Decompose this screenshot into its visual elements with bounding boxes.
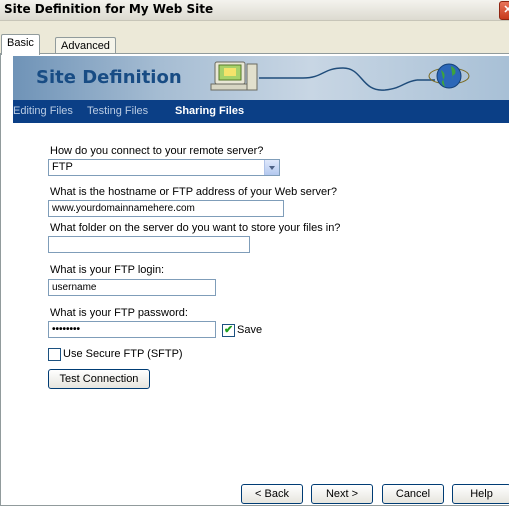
dialog-title: Site Definition for My Web Site — [4, 2, 214, 16]
test-connection-button[interactable]: Test Connection — [48, 369, 150, 389]
login-label: What is your FTP login: — [50, 264, 165, 276]
help-button[interactable]: Help — [452, 484, 509, 504]
folder-input[interactable] — [48, 236, 250, 253]
nav-testing-files[interactable]: Testing Files — [87, 105, 148, 117]
password-label: What is your FTP password: — [50, 307, 188, 319]
site-definition-dialog: Site Definition for My Web Site ✕ Basic … — [0, 0, 509, 506]
wizard-banner: Site Definition — [13, 56, 509, 100]
chevron-down-icon[interactable] — [264, 160, 279, 175]
connection-select-value: FTP — [52, 161, 73, 173]
title-bar[interactable]: Site Definition for My Web Site ✕ — [0, 0, 509, 21]
cancel-button[interactable]: Cancel — [382, 484, 444, 504]
connection-select[interactable]: FTP — [48, 159, 280, 176]
password-input[interactable]: •••••••• — [48, 321, 216, 338]
tab-basic[interactable]: Basic — [1, 34, 40, 55]
sftp-checkbox[interactable] — [48, 348, 61, 361]
next-button[interactable]: Next > — [311, 484, 373, 504]
save-password-label[interactable]: Save — [237, 324, 262, 336]
banner-title: Site Definition — [36, 67, 182, 88]
wizard-nav: Editing Files Testing Files Sharing File… — [13, 100, 509, 123]
save-password-checkbox[interactable]: ✔ — [222, 324, 235, 337]
host-input[interactable]: www.yourdomainnamehere.com — [48, 200, 284, 217]
sftp-label[interactable]: Use Secure FTP (SFTP) — [63, 348, 183, 360]
checkmark-icon: ✔ — [224, 324, 234, 336]
connect-label: How do you connect to your remote server… — [50, 145, 264, 157]
login-input[interactable]: username — [48, 279, 216, 296]
close-icon[interactable]: ✕ — [499, 1, 509, 20]
nav-sharing-files[interactable]: Sharing Files — [175, 105, 244, 117]
host-label: What is the hostname or FTP address of y… — [50, 186, 337, 198]
folder-label: What folder on the server do you want to… — [50, 222, 341, 234]
tab-strip: Basic Advanced — [0, 34, 509, 55]
nav-editing-files[interactable]: Editing Files — [13, 105, 73, 117]
computer-globe-graphic-icon — [210, 61, 470, 91]
back-button[interactable]: < Back — [241, 484, 303, 504]
